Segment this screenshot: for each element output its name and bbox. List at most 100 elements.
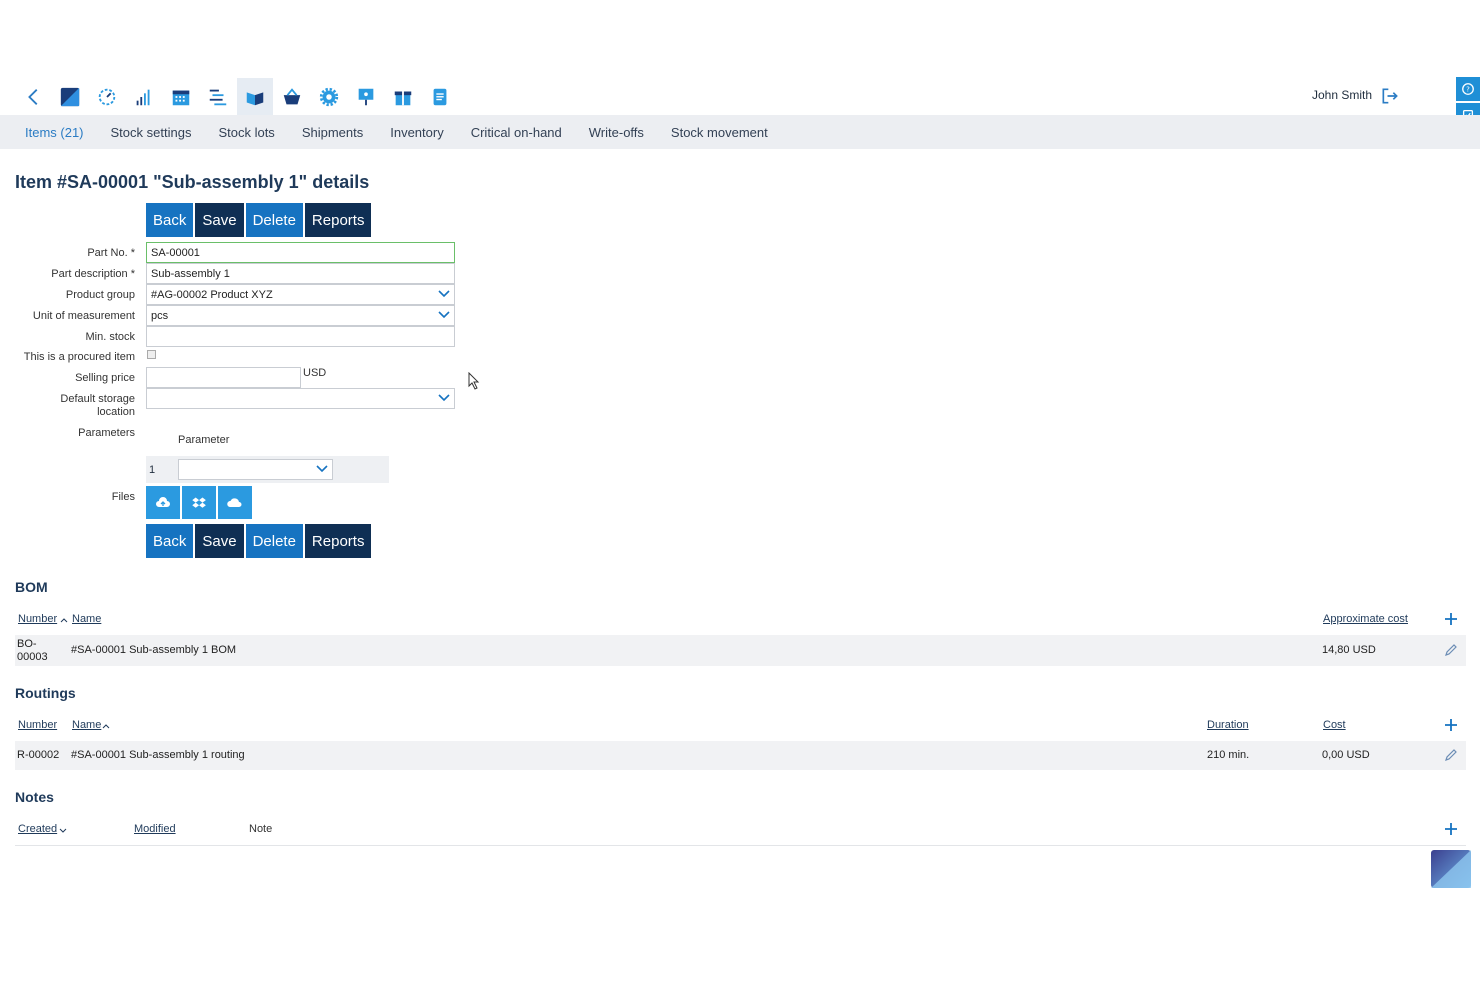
table-row[interactable]: BO- 00003 #SA-00001 Sub-assembly 1 BOM 1… — [15, 635, 1466, 666]
procured-item-checkbox[interactable] — [147, 350, 156, 359]
sort-desc-icon — [59, 828, 67, 833]
bom-number-line1: BO- — [17, 638, 37, 650]
gift-icon[interactable] — [385, 78, 421, 115]
bom-header-number[interactable]: Number — [18, 613, 57, 625]
min-stock-input[interactable] — [146, 326, 455, 347]
back-button[interactable]: Back — [146, 203, 194, 237]
save-button[interactable]: Save — [195, 203, 244, 237]
presentation-icon[interactable] — [348, 78, 384, 115]
default-storage-label-line1: Default storage — [60, 393, 135, 405]
document-icon[interactable] — [422, 78, 458, 115]
part-no-input[interactable]: SA-00001 — [146, 242, 455, 263]
default-storage-select[interactable] — [146, 388, 455, 409]
notes-header-created[interactable]: Created — [18, 823, 57, 835]
subnav-stock-movement[interactable]: Stock movement — [662, 125, 768, 140]
selling-price-input[interactable] — [146, 367, 301, 388]
top-toolbar: John Smith — [0, 78, 1456, 115]
action-buttons-top: Back Save Delete Reports — [146, 203, 372, 237]
svg-text:?: ? — [1466, 86, 1470, 94]
logout-icon[interactable] — [1380, 86, 1400, 106]
app-logo-icon[interactable] — [1431, 850, 1471, 888]
dropbox-icon[interactable] — [182, 486, 216, 519]
sub-navigation: Items (21) Stock settings Stock lots Shi… — [0, 115, 1480, 149]
bom-cost: 14,80 USD — [1322, 644, 1376, 656]
routings-header-cost[interactable]: Cost — [1323, 719, 1346, 731]
subnav-items[interactable]: Items (21) — [16, 125, 84, 140]
back-button[interactable]: Back — [146, 524, 194, 558]
routing-duration: 210 min. — [1207, 749, 1250, 761]
currency-label: USD — [303, 367, 327, 379]
page: John Smith ? Items (21) Stock settings S… — [0, 0, 1480, 987]
notes-divider — [15, 845, 1466, 846]
notes-header-note: Note — [249, 823, 273, 835]
chevron-down-icon — [438, 290, 450, 298]
delete-button[interactable]: Delete — [245, 203, 303, 237]
reports-button[interactable]: Reports — [304, 203, 372, 237]
uom-select[interactable]: pcs — [146, 305, 455, 326]
routing-number: R-00002 — [17, 749, 60, 761]
default-storage-label-line2: location — [97, 406, 135, 418]
routings-header-number[interactable]: Number — [18, 719, 57, 731]
subnav-critical-on-hand[interactable]: Critical on-hand — [462, 125, 562, 140]
part-description-label: Part description * — [51, 268, 135, 280]
sort-asc-icon — [102, 724, 110, 729]
dashboard-icon[interactable] — [89, 78, 125, 115]
routings-header-duration[interactable]: Duration — [1207, 719, 1249, 731]
calendar-icon[interactable] — [163, 78, 199, 115]
parameters-label: Parameters — [78, 427, 135, 439]
edit-pencil-icon[interactable] — [1444, 748, 1458, 762]
min-stock-label: Min. stock — [85, 331, 135, 343]
tasks-icon[interactable] — [200, 78, 236, 115]
table-row[interactable]: R-00002 #SA-00001 Sub-assembly 1 routing… — [15, 741, 1466, 770]
part-description-input[interactable]: Sub-assembly 1 — [146, 263, 455, 284]
routing-name: #SA-00001 Sub-assembly 1 routing — [71, 749, 245, 761]
file-upload-buttons — [146, 486, 252, 519]
cloud-storage-icon[interactable] — [218, 486, 252, 519]
page-title: Item #SA-00001 "Sub-assembly 1" details — [15, 172, 370, 192]
subnav-inventory[interactable]: Inventory — [381, 125, 443, 140]
routings-header-name[interactable]: Name — [72, 719, 101, 731]
purchasing-icon[interactable] — [274, 78, 310, 115]
uom-value: pcs — [151, 310, 169, 322]
bom-name: #SA-00001 Sub-assembly 1 BOM — [71, 644, 237, 656]
bom-header-name[interactable]: Name — [72, 613, 101, 625]
routing-cost: 0,00 USD — [1322, 749, 1370, 761]
stats-icon[interactable] — [126, 78, 162, 115]
notes-header-modified[interactable]: Modified — [134, 823, 176, 835]
mouse-cursor-icon — [468, 372, 480, 390]
parameter-row-number: 1 — [149, 464, 156, 476]
add-routing-icon[interactable] — [1444, 718, 1458, 732]
add-bom-icon[interactable] — [1444, 612, 1458, 626]
add-note-icon[interactable] — [1444, 822, 1458, 836]
product-group-value: #AG-00002 Product XYZ — [151, 289, 273, 301]
subnav-stock-settings[interactable]: Stock settings — [102, 125, 192, 140]
chevron-down-icon — [438, 311, 450, 319]
save-button[interactable]: Save — [195, 524, 244, 558]
reports-button[interactable]: Reports — [304, 524, 372, 558]
upload-cloud-icon[interactable] — [146, 486, 180, 519]
parameter-row: 1 — [146, 456, 389, 483]
user-name[interactable]: John Smith — [1312, 88, 1372, 102]
stock-icon[interactable] — [237, 78, 273, 115]
action-buttons-bottom: Back Save Delete Reports — [146, 524, 372, 558]
app-logo-icon[interactable] — [52, 78, 88, 115]
part-no-label: Part No. * — [87, 247, 135, 259]
chevron-down-icon — [438, 394, 450, 402]
back-chevron-icon[interactable] — [16, 78, 52, 115]
subnav-stock-lots[interactable]: Stock lots — [209, 125, 274, 140]
product-group-label: Product group — [65, 289, 135, 301]
parameter-select[interactable] — [178, 459, 333, 480]
delete-button[interactable]: Delete — [245, 524, 303, 558]
edit-pencil-icon[interactable] — [1444, 643, 1458, 657]
chevron-down-icon — [316, 465, 328, 473]
bom-header-cost[interactable]: Approximate cost — [1323, 613, 1408, 625]
routings-section-title: Routings — [15, 685, 76, 701]
notes-section-title: Notes — [15, 789, 54, 805]
product-group-select[interactable]: #AG-00002 Product XYZ — [146, 284, 455, 305]
help-icon[interactable]: ? — [1456, 77, 1480, 101]
procured-item-label: This is a procured item — [23, 351, 135, 363]
uom-label: Unit of measurement — [32, 310, 135, 322]
subnav-write-offs[interactable]: Write-offs — [580, 125, 644, 140]
settings-icon[interactable] — [311, 78, 347, 115]
subnav-shipments[interactable]: Shipments — [293, 125, 363, 140]
